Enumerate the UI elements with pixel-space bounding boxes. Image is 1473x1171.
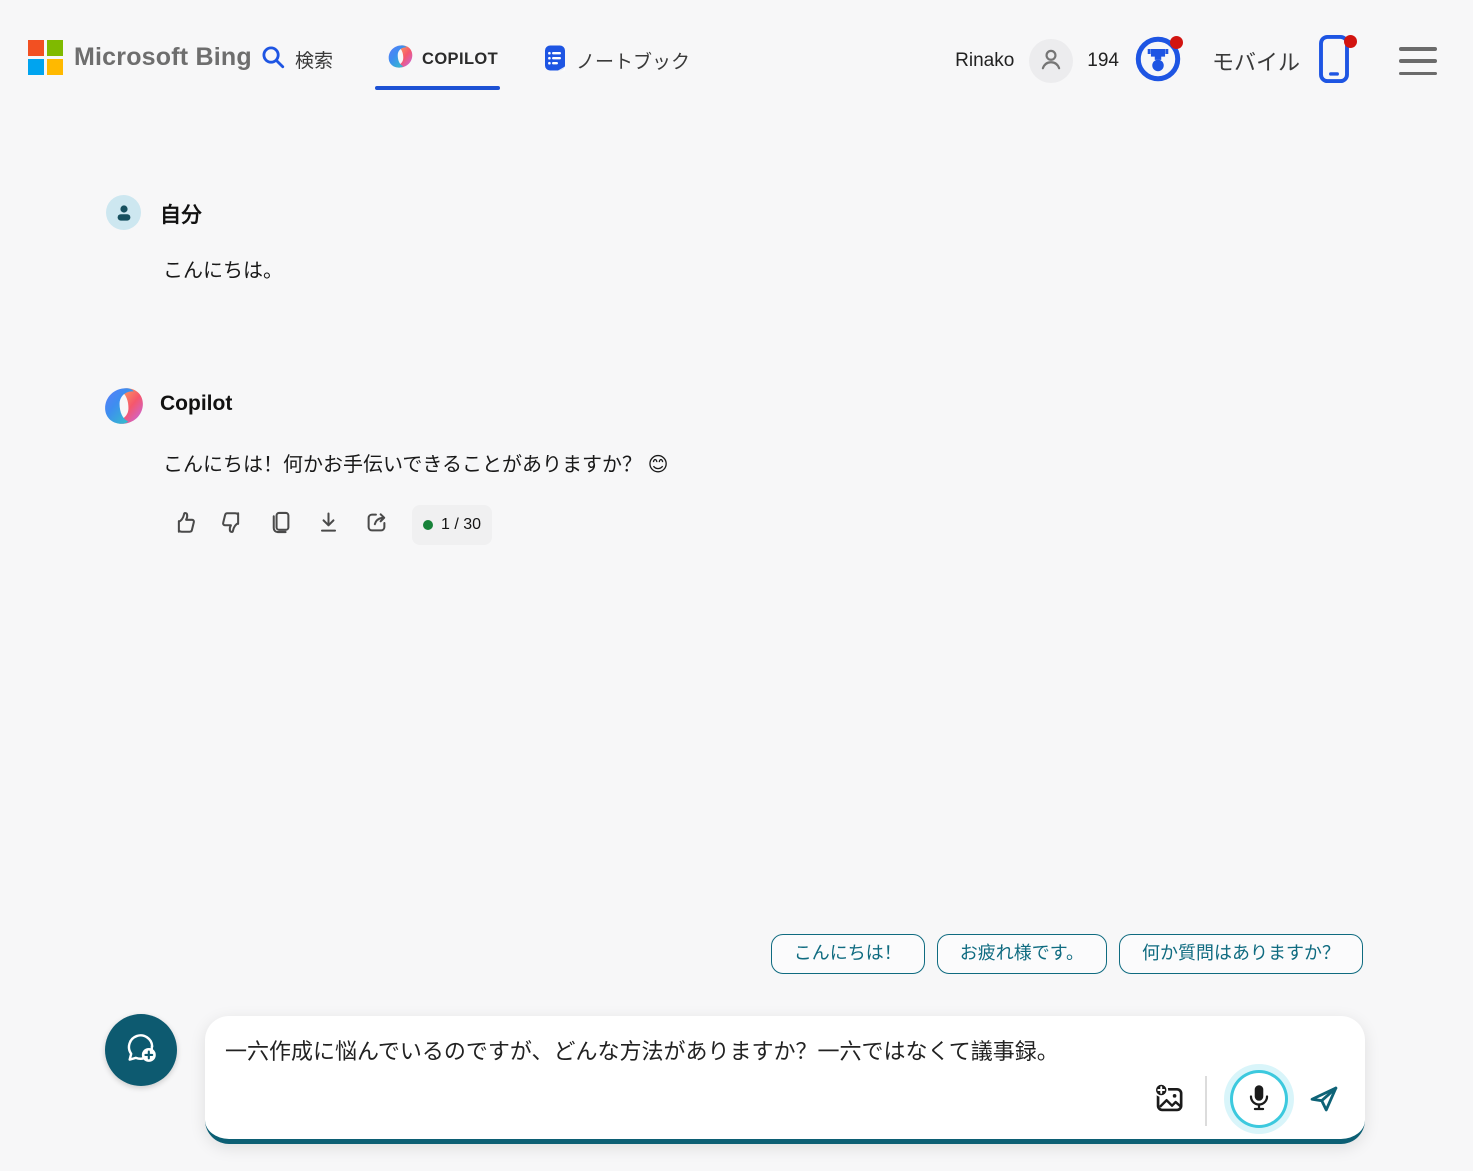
- composer-divider: [1205, 1076, 1207, 1126]
- thumbs-down-button[interactable]: [208, 503, 256, 547]
- copy-icon: [267, 509, 294, 541]
- suggestion-chip[interactable]: お疲れ様です。: [937, 934, 1107, 974]
- thumbs-down-icon: [219, 509, 246, 541]
- turn-counter-text: 1 / 30: [441, 516, 481, 534]
- copilot-message-author: Copilot: [160, 392, 232, 416]
- person-icon: [1038, 46, 1064, 77]
- new-topic-button[interactable]: [105, 1014, 177, 1086]
- header-right-cluster: Rinako 194 モバイル: [955, 34, 1437, 88]
- share-button[interactable]: [352, 503, 400, 547]
- copilot-message-body: こんにちは！何かお手伝いできることがありますか？: [163, 454, 642, 476]
- share-icon: [363, 509, 390, 541]
- message-actions-bar: 1 / 30: [160, 503, 492, 547]
- bing-logo[interactable]: Microsoft Bing: [28, 40, 252, 75]
- send-icon: [1305, 1081, 1341, 1122]
- tab-copilot-label: COPILOT: [422, 50, 498, 69]
- search-icon: [260, 44, 286, 75]
- rewards-button[interactable]: [1132, 35, 1184, 87]
- suggestion-chips: こんにちは！ お疲れ様です。 何か質問はありますか？: [771, 934, 1363, 974]
- turn-counter: 1 / 30: [412, 505, 492, 545]
- tab-notebook-label: ノートブック: [576, 47, 690, 74]
- mobile-label[interactable]: モバイル: [1212, 45, 1300, 77]
- smiling-emoji: 😊: [648, 454, 669, 476]
- rewards-notification-dot: [1170, 36, 1183, 49]
- mobile-notification-dot: [1344, 35, 1357, 48]
- copy-button[interactable]: [256, 503, 304, 547]
- tab-copilot[interactable]: COPILOT: [388, 44, 498, 74]
- new-topic-icon: [122, 1029, 160, 1072]
- microsoft-logo-icon: [28, 40, 63, 75]
- copilot-icon: [388, 44, 413, 74]
- thumbs-up-icon: [171, 509, 198, 541]
- composer-tools: [1149, 1073, 1343, 1129]
- mic-icon: [1244, 1082, 1274, 1117]
- user-avatar: [106, 195, 141, 230]
- active-tab-underline: [375, 86, 500, 90]
- tab-search-label: 検索: [295, 46, 333, 73]
- download-icon: [315, 509, 342, 541]
- turn-counter-dot: [423, 520, 433, 530]
- user-message-author: 自分: [160, 199, 202, 229]
- suggestion-chip[interactable]: 何か質問はありますか？: [1119, 934, 1363, 974]
- tab-notebook[interactable]: ノートブック: [543, 44, 690, 77]
- chat-input[interactable]: 一六作成に悩んでいるのですが、どんな方法がありますか？一六ではなくて議事録。: [225, 1036, 1175, 1106]
- notebook-icon: [543, 44, 567, 77]
- profile-button[interactable]: [1029, 39, 1073, 83]
- hamburger-menu-button[interactable]: [1399, 47, 1437, 75]
- add-image-button[interactable]: [1149, 1081, 1189, 1121]
- mobile-app-button[interactable]: [1313, 33, 1355, 89]
- thumbs-up-button[interactable]: [160, 503, 208, 547]
- composer: 一六作成に悩んでいるのですが、どんな方法がありますか？一六ではなくて議事録。: [205, 1016, 1365, 1144]
- rewards-points[interactable]: 194: [1087, 50, 1119, 72]
- copilot-message-text: こんにちは！何かお手伝いできることがありますか？ 😊: [163, 448, 668, 477]
- add-image-icon: [1152, 1082, 1186, 1121]
- send-button[interactable]: [1303, 1081, 1343, 1121]
- copilot-avatar: [104, 386, 144, 426]
- copilot-chat-page: Microsoft Bing 検索 COPILOT: [0, 0, 1473, 1171]
- tab-search[interactable]: 検索: [260, 44, 333, 75]
- mic-button[interactable]: [1233, 1073, 1285, 1125]
- download-button[interactable]: [304, 503, 352, 547]
- suggestion-chip[interactable]: こんにちは！: [771, 934, 925, 974]
- username[interactable]: Rinako: [955, 50, 1014, 72]
- user-message-text: こんにちは。: [163, 254, 283, 283]
- brand-text: Microsoft Bing: [74, 43, 252, 72]
